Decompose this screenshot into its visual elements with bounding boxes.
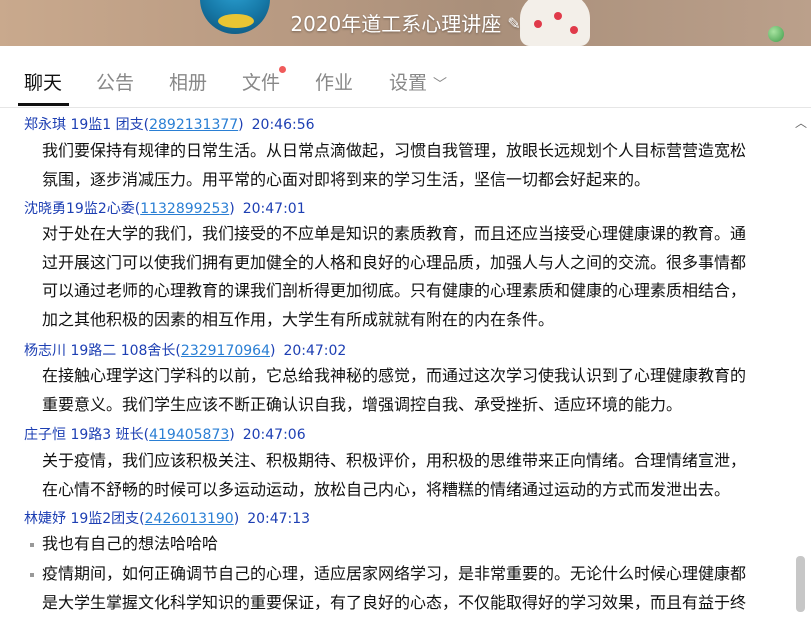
sender-suffix: ) xyxy=(269,343,276,359)
message-header: 杨志川 19路二 108舍长(2329170964) 20:47:02 xyxy=(24,340,346,360)
sender-qq-link[interactable]: 2892131377 xyxy=(149,117,238,133)
tab-announcements[interactable]: 公告 xyxy=(96,68,134,95)
message-line: 过开展这门可以使我们拥有更加健全的人格和良好的心理品质，加强人与人之间的交流。很… xyxy=(42,252,747,272)
scroll-up-arrow[interactable]: ︿ xyxy=(795,114,807,131)
message-line: 对于处在大学的我们，我们接受的不应单是知识的素质教育，而且还应当接受心理健康课的… xyxy=(42,224,747,243)
sender-qq-link[interactable]: 2329170964 xyxy=(181,343,270,359)
bullet-marker xyxy=(30,573,34,577)
message-body: 我们要保持有规律的日常生活。从日常点滴做起，习惯自我管理，放眼长远规划个人目标营… xyxy=(42,137,794,194)
message-body: 对于处在大学的我们，我们接受的不应单是知识的素质教育，而且还应当接受心理健康课的… xyxy=(42,220,794,334)
tab-homework[interactable]: 作业 xyxy=(315,68,353,95)
active-tab-indicator xyxy=(18,103,69,106)
sender-suffix: ) xyxy=(229,201,235,217)
scrollbar-thumb[interactable] xyxy=(796,556,805,612)
message-header: 郑永琪 19监1 团支(2892131377) 20:46:56 xyxy=(24,114,315,134)
tab-bar: 聊天 公告 相册 文件 作业 设置 ﹀ xyxy=(0,46,811,108)
bullet-marker xyxy=(30,543,34,547)
sender-suffix: ) xyxy=(238,117,244,133)
message-time: 20:46:56 xyxy=(251,117,315,133)
group-title: 2020年道工系心理讲座 ✎ xyxy=(0,8,811,37)
chat-area[interactable]: 郑永琪 19监1 团支(2892131377) 20:46:56 我们要保持有规律… xyxy=(0,109,811,617)
tab-settings-label: 设置 xyxy=(389,72,428,94)
message-line: 加之其他积极的因素的相互作用，大学生有所成就就有附在的内在条件。 xyxy=(42,309,555,329)
sender-qq-link[interactable]: 419405873 xyxy=(149,427,229,443)
message-line: 重要意义。我们学生应该不断正确认识自我，增强调控自我、承受挫折、适应环境的能力。 xyxy=(42,394,683,414)
sender-name[interactable]: 庄子恒 19路3 班长( xyxy=(24,427,149,443)
message-line: 可以通过老师的心理教育的课我们剖析得更加彻底。只有健康的心理素质和健康的心理素质… xyxy=(42,281,747,300)
group-title-text: 2020年道工系心理讲座 xyxy=(290,12,502,36)
message-line: 我们要保持有规律的日常生活。从日常点滴做起，习惯自我管理，放眼长远规划个人目标营… xyxy=(42,141,747,160)
sender-suffix: ) xyxy=(229,427,235,443)
message-body: 在接触心理学这门学科的以前，它总给我神秘的感觉，而通过这次学习使我认识到了心理健… xyxy=(42,362,794,419)
message-line: 疫情期间，如何正确调节自己的心理，适应居家网络学习，是非常重要的。无论什么时候心… xyxy=(42,564,747,583)
header-background: 2020年道工系心理讲座 ✎ xyxy=(0,0,811,46)
sender-name[interactable]: 杨志川 19路二 108舍长( xyxy=(24,343,181,359)
sender-qq-link[interactable]: 1132899253 xyxy=(140,201,229,217)
tab-chat[interactable]: 聊天 xyxy=(24,68,62,95)
message-time: 20:47:02 xyxy=(283,343,347,359)
pencil-icon[interactable]: ✎ xyxy=(507,14,520,33)
sender-name[interactable]: 郑永琪 19监1 团支( xyxy=(24,117,149,133)
message-line: 在接触心理学这门学科的以前，它总给我神秘的感觉，而通过这次学习使我认识到了心理健… xyxy=(42,366,747,385)
message-line: 我也有自己的想法哈哈哈 xyxy=(42,534,219,553)
sender-name[interactable]: 林婕妤 19监2团支( xyxy=(24,511,145,527)
message-line: 关于疫情，我们应该积极关注、积极期待、积极评价，用积极的思维带来正向情绪。合理情… xyxy=(42,451,747,470)
message-time: 20:47:13 xyxy=(247,511,311,527)
message-item: 疫情期间，如何正确调节自己的心理，适应居家网络学习，是非常重要的。无论什么时候心… xyxy=(42,560,794,617)
message-line: 氛围，逐步消减压力。用平常的心面对即将到来的学习生活，坚信一切都会好起来的。 xyxy=(42,169,651,189)
message-header: 庄子恒 19路3 班长(419405873) 20:47:06 xyxy=(24,424,306,444)
sender-name[interactable]: 沈晓勇19监2心委( xyxy=(24,201,140,217)
message-time: 20:47:01 xyxy=(242,201,306,217)
message-header: 沈晓勇19监2心委(1132899253) 20:47:01 xyxy=(24,198,306,218)
sender-qq-link[interactable]: 2426013190 xyxy=(145,511,234,527)
message-line: 在心情不舒畅的时候可以多运动运动，放松自己内心，将糟糕的情绪通过运动的方式而发泄… xyxy=(42,479,731,499)
chevron-down-icon: ﹀ xyxy=(433,77,448,93)
message-line: 是大学生掌握文化科学知识的重要保证，有了良好的心态，不仅能取得好的学习效果，而且… xyxy=(42,592,747,612)
message-header: 林婕妤 19监2团支(2426013190) 20:47:13 xyxy=(24,508,310,528)
files-badge-dot xyxy=(279,66,286,73)
message-body: 关于疫情，我们应该积极关注、积极期待、积极评价，用积极的思维带来正向情绪。合理情… xyxy=(42,447,794,504)
tab-settings[interactable]: 设置 ﹀ xyxy=(389,68,447,95)
tab-album[interactable]: 相册 xyxy=(169,68,207,95)
sender-suffix: ) xyxy=(233,511,240,527)
message-item: 我也有自己的想法哈哈哈 xyxy=(42,530,794,559)
message-time: 20:47:06 xyxy=(242,427,306,443)
tab-files[interactable]: 文件 xyxy=(242,68,280,95)
